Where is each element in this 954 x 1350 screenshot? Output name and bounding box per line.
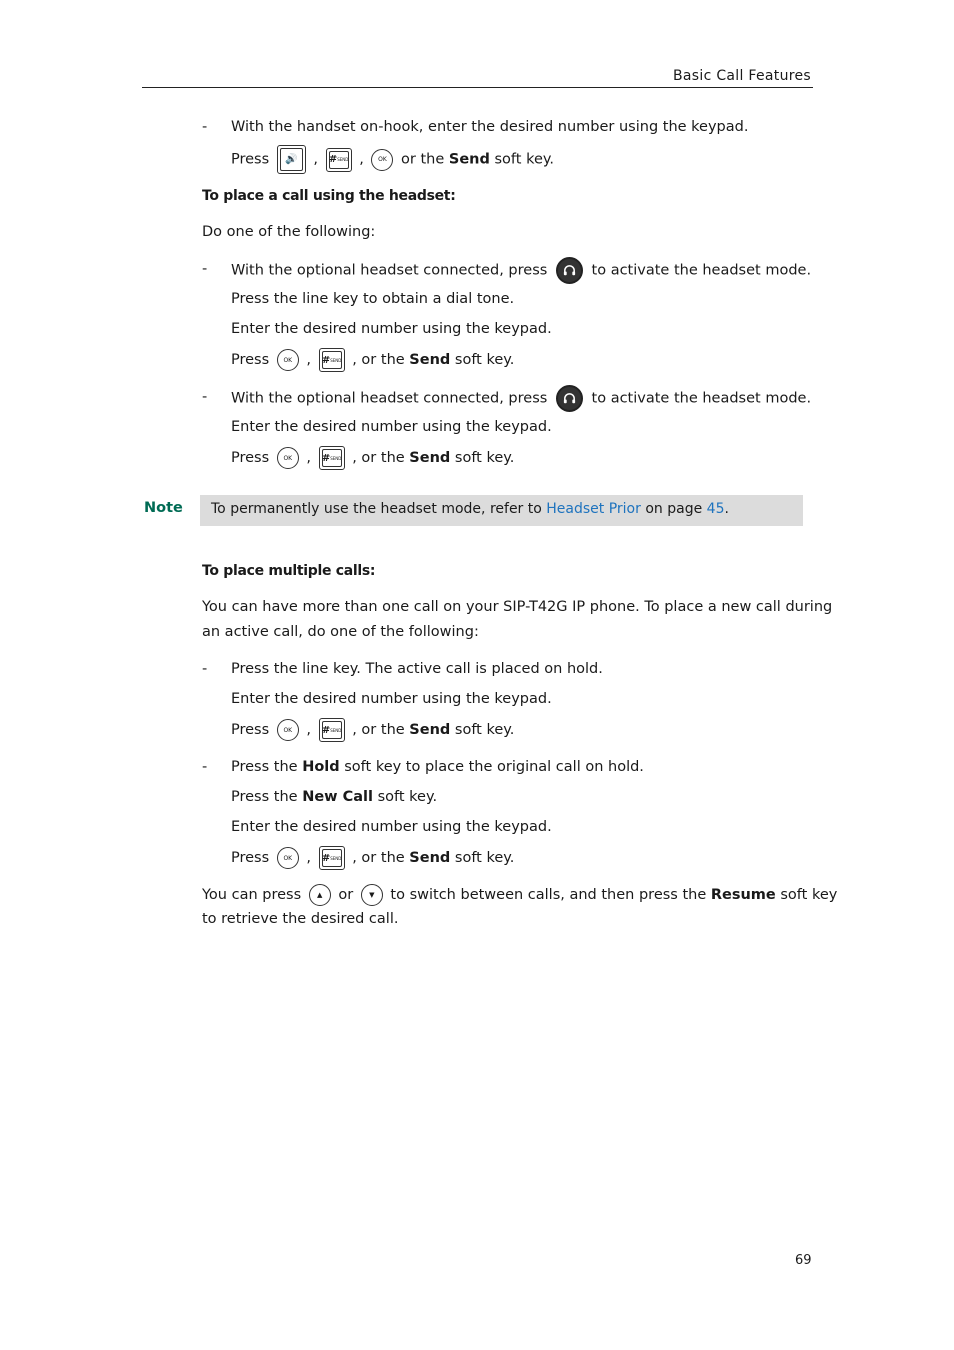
paragraph: Do one of the following: bbox=[202, 224, 376, 240]
new-call-softkey-label: New Call bbox=[302, 789, 373, 805]
section-heading: To place a call using the headset: bbox=[202, 188, 456, 204]
ok-key-icon: OK bbox=[276, 349, 299, 371]
hold-softkey-label: Hold bbox=[302, 759, 340, 775]
send-softkey-label: Send bbox=[409, 450, 451, 466]
press-line: Press 🔊 , # SEND , OK or the Send soft ke… bbox=[231, 145, 554, 174]
paragraph: to retrieve the desired call. bbox=[202, 911, 399, 927]
running-header: Basic Call Features bbox=[673, 68, 811, 84]
header-rule bbox=[142, 87, 813, 88]
send-hash-key-icon: # SEND bbox=[318, 446, 345, 470]
send-softkey-label: Send bbox=[409, 352, 451, 368]
instruction-text: With the handset on-hook, enter the desi… bbox=[231, 119, 749, 135]
instruction-line: Press the Hold soft key to place the ori… bbox=[231, 759, 644, 775]
paragraph: an active call, do one of the following: bbox=[202, 624, 479, 640]
ok-key-icon: OK bbox=[276, 847, 299, 869]
instruction-text: Press the line key to obtain a dial tone… bbox=[231, 291, 515, 307]
instruction-text: Enter the desired number using the keypa… bbox=[231, 819, 552, 835]
ok-key-icon: OK bbox=[276, 719, 299, 741]
send-softkey-label: Send bbox=[448, 151, 490, 168]
send-softkey-label: Send bbox=[409, 850, 451, 866]
instruction-line: With the optional headset connected, pre… bbox=[231, 385, 811, 412]
ok-key-icon: OK bbox=[276, 447, 299, 469]
send-hash-key-icon: # SEND bbox=[325, 147, 352, 172]
paragraph: You can have more than one call on your … bbox=[202, 599, 833, 615]
instruction-text: Enter the desired number using the keypa… bbox=[231, 691, 552, 707]
bullet-dash: - bbox=[202, 759, 208, 775]
press-line: Press OK , # SEND , or the Send soft key. bbox=[231, 718, 514, 742]
press-line: Press OK , # SEND , or the Send soft key. bbox=[231, 348, 514, 372]
bullet-dash: - bbox=[202, 119, 208, 135]
send-hash-key-icon: # SEND bbox=[318, 846, 345, 870]
speakerphone-key-icon: 🔊 bbox=[276, 145, 306, 174]
send-hash-key-icon: # SEND bbox=[318, 348, 345, 372]
page-45-link[interactable]: 45 bbox=[707, 501, 725, 517]
headset-key-icon bbox=[555, 257, 583, 284]
headset-prior-link[interactable]: Headset Prior bbox=[546, 501, 641, 517]
instruction-text: Press the line key. The active call is p… bbox=[231, 661, 603, 677]
send-softkey-label: Send bbox=[409, 722, 451, 738]
resume-softkey-label: Resume bbox=[710, 887, 776, 903]
instruction-text: Enter the desired number using the keypa… bbox=[231, 419, 552, 435]
note-label: Note bbox=[144, 500, 183, 516]
bullet-dash: - bbox=[202, 261, 208, 277]
note-text: To permanently use the headset mode, ref… bbox=[211, 501, 729, 517]
ok-key-icon: OK bbox=[371, 148, 394, 171]
send-hash-key-icon: # SEND bbox=[318, 718, 345, 742]
bullet-dash: - bbox=[202, 389, 208, 405]
page-number: 69 bbox=[795, 1253, 812, 1268]
instruction-line: With the optional headset connected, pre… bbox=[231, 257, 811, 284]
instruction-line: Press the New Call soft key. bbox=[231, 789, 438, 805]
down-arrow-key-icon: ▼ bbox=[360, 884, 383, 906]
instruction-text: Enter the desired number using the keypa… bbox=[231, 321, 552, 337]
press-line: Press OK , # SEND , or the Send soft key. bbox=[231, 446, 514, 470]
press-line: Press OK , # SEND , or the Send soft key. bbox=[231, 846, 514, 870]
bullet-dash: - bbox=[202, 661, 208, 677]
headset-key-icon bbox=[555, 385, 583, 412]
switch-line: You can press ▲ or ▼ to switch between c… bbox=[202, 884, 837, 906]
section-heading: To place multiple calls: bbox=[202, 563, 376, 579]
up-arrow-key-icon: ▲ bbox=[308, 884, 331, 906]
